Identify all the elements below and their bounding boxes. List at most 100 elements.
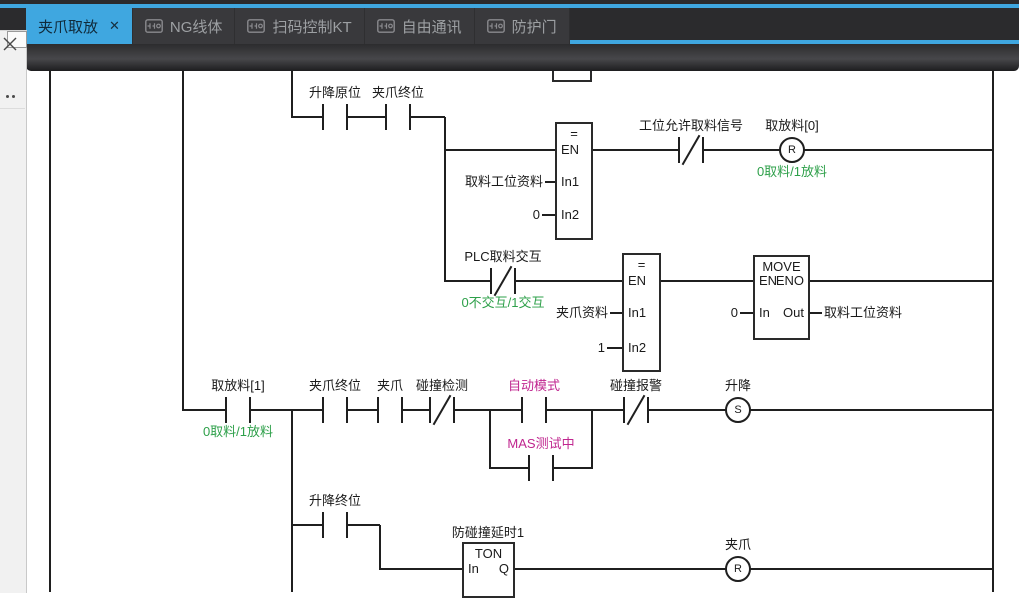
ladder-coil[interactable]: R	[725, 556, 751, 582]
wire-vertical	[591, 410, 593, 469]
tab-label: 防护门	[512, 16, 557, 37]
ladder-contact[interactable]	[322, 104, 348, 130]
wire-horizontal	[183, 409, 993, 411]
contact-comment: 0不交互/1交互	[413, 295, 593, 311]
ladder-contact[interactable]	[678, 137, 704, 163]
ladder-block[interactable]: MOVEENENO In Out	[753, 255, 810, 340]
power-rail	[49, 71, 51, 592]
wire-horizontal	[659, 280, 755, 282]
block-pin-label: Q	[499, 561, 509, 577]
block-pin-label: In1	[628, 305, 646, 321]
block-title: MOVE	[755, 259, 808, 274]
coil-label: 夹爪	[648, 537, 828, 553]
wire-vertical	[182, 71, 184, 411]
block-pin-label: In	[468, 561, 479, 577]
wire-horizontal	[808, 312, 822, 314]
editor-tab[interactable]: 防护门	[475, 8, 570, 44]
editor-toolbar	[26, 44, 1019, 71]
panel-divider	[0, 108, 25, 109]
wire-vertical	[291, 410, 293, 592]
wire-vertical	[444, 117, 446, 282]
operand-label: 防碰撞延时1	[398, 525, 578, 541]
tab-label: 夹爪取放	[38, 16, 98, 37]
wire-horizontal	[292, 116, 445, 118]
coil-comment: 0取料/1放料	[702, 164, 882, 180]
ladder-tab-icon	[487, 19, 505, 33]
ladder-contact[interactable]	[322, 397, 348, 423]
ladder-contact[interactable]	[322, 512, 348, 538]
operand-label: 取料工位资料	[824, 305, 902, 321]
operand-label: 0	[360, 207, 540, 223]
editor-tab[interactable]: NG线体	[133, 8, 236, 44]
contact-comment: 0取料/1放料	[148, 424, 328, 440]
nc-slash	[682, 135, 701, 165]
ladder-tab-icon	[145, 19, 163, 33]
nc-slash	[627, 395, 646, 425]
block-pin-label: In1	[561, 174, 579, 190]
contact-label: 工位允许取料信号	[601, 118, 781, 134]
side-panel[interactable]	[0, 30, 27, 593]
close-icon[interactable]	[3, 37, 19, 53]
block-pin-label: EN	[759, 273, 777, 289]
block-title: =	[624, 257, 659, 272]
block-pin-label: EN	[561, 142, 579, 158]
wire-vertical	[489, 410, 491, 469]
ladder-contact[interactable]	[623, 397, 649, 423]
operand-label: 取料工位资料	[363, 174, 543, 190]
block-title: TON	[464, 546, 513, 561]
ladder-tab-icon	[247, 19, 265, 33]
tab-label: 扫码控制KT	[272, 16, 351, 37]
contact-label: 碰撞报警	[546, 378, 726, 394]
operand-label: 夹爪资料	[428, 305, 608, 321]
ladder-contact[interactable]	[377, 397, 403, 423]
contact-label: 升降原位	[245, 85, 425, 101]
accent-top-line	[0, 4, 1019, 8]
more-dots-icon[interactable]	[6, 94, 20, 100]
ladder-tab-icon	[377, 19, 395, 33]
ladder-block[interactable]: =EN In1 In2	[555, 122, 593, 240]
ladder-contact[interactable]	[490, 268, 516, 294]
ladder-contact[interactable]	[385, 104, 411, 130]
tab-label: NG线体	[170, 16, 223, 37]
editor-tab[interactable]: 自由通讯	[365, 8, 475, 44]
ladder-contact[interactable]	[225, 397, 251, 423]
contact-label: MAS测试中	[451, 436, 631, 452]
contact-label: 碰撞检测	[352, 378, 532, 394]
coil-label: 升降	[648, 378, 828, 394]
coil-label: 取放料[0]	[702, 118, 882, 134]
nc-slash	[494, 266, 513, 296]
ladder-contact[interactable]	[528, 455, 554, 481]
tab-label: 自由通讯	[402, 16, 462, 37]
ladder-contact[interactable]	[429, 397, 455, 423]
contact-label: 自动模式	[444, 378, 624, 394]
block-pin-label: In	[759, 305, 770, 321]
ladder-coil[interactable]: R	[779, 137, 805, 163]
block-pin-label: In2	[628, 340, 646, 356]
block-pin-label: EN	[628, 273, 646, 289]
contact-label: 夹爪	[300, 378, 480, 394]
block-pin-label: In2	[561, 207, 579, 223]
ladder-coil[interactable]: S	[725, 397, 751, 423]
ladder-block[interactable]: TONIn Q	[462, 542, 515, 598]
contact-label: 升降终位	[245, 493, 425, 509]
nc-slash	[433, 395, 452, 425]
operand-label: 1	[425, 340, 605, 356]
wire-vertical	[291, 71, 293, 118]
editor-tab[interactable]: 夹爪取放 ✕	[26, 8, 133, 44]
block-title: =	[557, 126, 591, 141]
tab-strip: 夹爪取放 ✕ NG线体 扫码控制KT 自由通讯 防护门	[26, 8, 1019, 44]
block-pin-label: Out	[783, 305, 804, 321]
close-tab-icon[interactable]: ✕	[109, 18, 120, 34]
contact-label: 取放料[1]	[148, 378, 328, 394]
block-pin-label: ENO	[776, 273, 804, 289]
contact-label: 夹爪终位	[308, 85, 488, 101]
ladder-block[interactable]: =EN In1 In2	[622, 253, 661, 372]
wire-horizontal	[808, 280, 993, 282]
contact-label: PLC取料交互	[413, 249, 593, 265]
wire-horizontal	[445, 280, 624, 282]
ladder-editor-canvas[interactable]: =ENIn1In2=ENIn1In2MOVEENENOInOutTONInQ升降…	[0, 0, 1019, 592]
ladder-contact[interactable]	[521, 397, 547, 423]
contact-label: 夹爪终位	[245, 378, 425, 394]
editor-tab[interactable]: 扫码控制KT	[235, 8, 364, 44]
wire-horizontal	[445, 149, 557, 151]
